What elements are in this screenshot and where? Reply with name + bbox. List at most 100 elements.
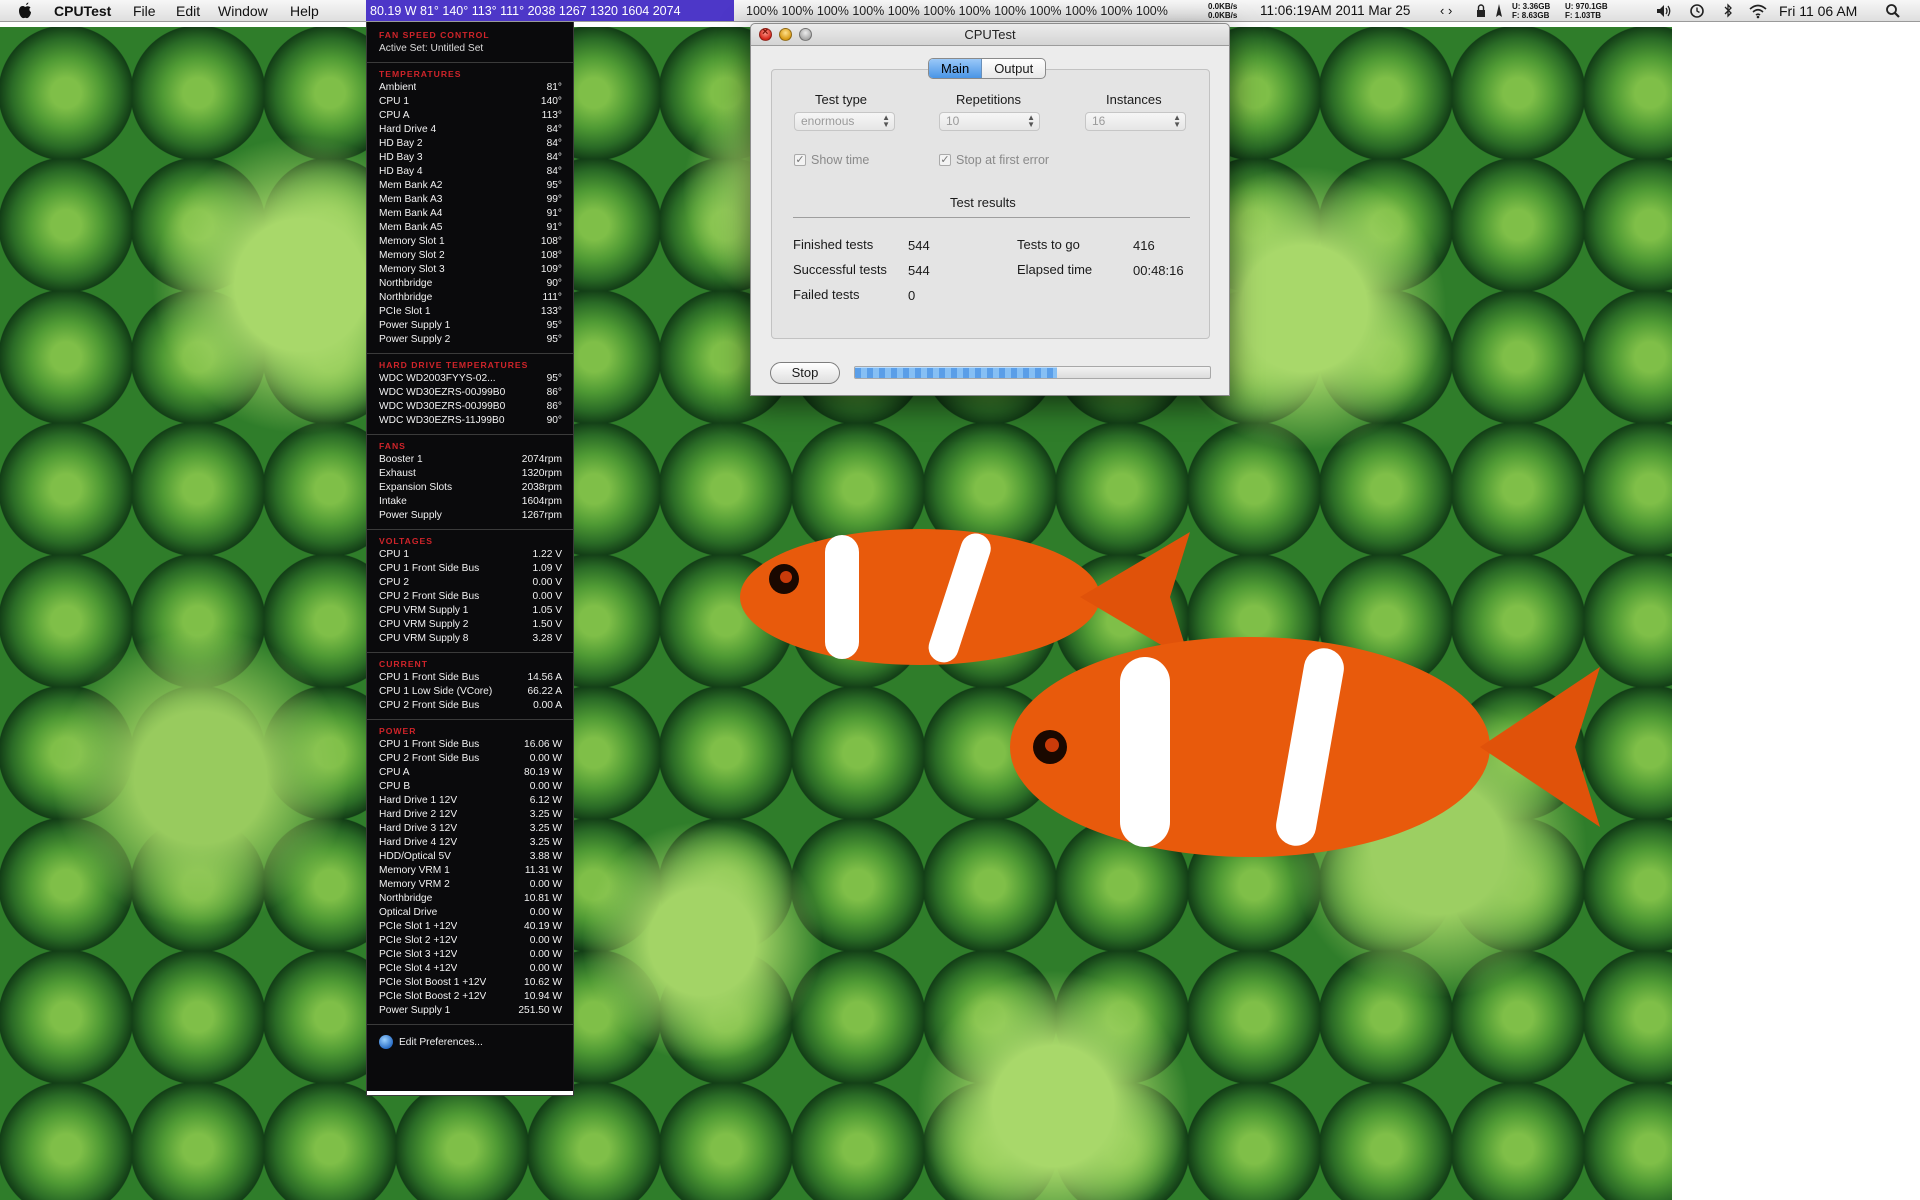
sensor-row[interactable]: PCIe Slot 3 +12V 0.00 W [367, 948, 573, 962]
repetitions-popup[interactable]: 10 ▲ ▼ [939, 112, 1040, 131]
network-stats-menu[interactable]: 0.0KB/s 0.0KB/s [1208, 2, 1237, 20]
sensor-row[interactable]: PCIe Slot Boost 1 +12V 10.62 W [367, 976, 573, 990]
sensor-row[interactable]: Hard Drive 2 12V 3.25 W [367, 808, 573, 822]
lock-icon[interactable] [1472, 0, 1490, 21]
sensor-value: 95° [546, 373, 562, 384]
sensor-row[interactable]: Power Supply 1 95° [367, 319, 573, 333]
date-clock-menu[interactable]: 11:06:19AM 2011 Mar 25 [1260, 0, 1410, 21]
menu-file[interactable]: File [133, 0, 156, 21]
app-menu-cputest[interactable]: CPUTest [54, 0, 111, 21]
sensor-row[interactable]: Exhaust 1320rpm [367, 467, 573, 481]
menubar-clock[interactable]: Fri 11 06 AM [1779, 0, 1857, 21]
wifi-icon[interactable] [1747, 0, 1769, 21]
spotlight-icon[interactable] [1884, 0, 1902, 21]
stop-button[interactable]: Stop [770, 362, 840, 384]
volume-icon[interactable] [1655, 0, 1673, 21]
sensor-row[interactable]: CPU VRM Supply 8 3.28 V [367, 632, 573, 646]
menu-edit[interactable]: Edit [176, 0, 200, 21]
edit-preferences-item[interactable]: Edit Preferences... [367, 1029, 573, 1055]
zoom-icon[interactable] [799, 28, 812, 41]
sensor-row[interactable]: Power Supply 1267rpm [367, 509, 573, 523]
sensor-name: CPU B [379, 781, 411, 792]
sensor-row[interactable]: Memory VRM 1 11.31 W [367, 864, 573, 878]
time-machine-icon[interactable] [1688, 0, 1706, 21]
sensor-row[interactable]: WDC WD30EZRS-00J99B0 86° [367, 386, 573, 400]
instances-popup[interactable]: 16 ▲ ▼ [1085, 112, 1186, 131]
sensor-row[interactable]: Hard Drive 3 12V 3.25 W [367, 822, 573, 836]
sensor-row[interactable]: Power Supply 2 95° [367, 333, 573, 347]
sensor-row[interactable]: CPU 1 140° [367, 95, 573, 109]
sensor-row[interactable]: WDC WD30EZRS-00J99B0 86° [367, 400, 573, 414]
sensor-row[interactable]: CPU 1 1.22 V [367, 548, 573, 562]
sensor-row[interactable]: Northbridge 90° [367, 277, 573, 291]
sensor-row[interactable]: Mem Bank A2 95° [367, 179, 573, 193]
sensor-row[interactable]: Hard Drive 4 12V 3.25 W [367, 836, 573, 850]
sensor-row[interactable]: WDC WD30EZRS-11J99B0 90° [367, 414, 573, 428]
disk-usage-2-menu[interactable]: U: 970.1GB F: 1.03TB [1565, 2, 1608, 20]
sensor-row[interactable]: HD Bay 3 84° [367, 151, 573, 165]
bluetooth-icon[interactable] [1719, 0, 1737, 21]
tab-output[interactable]: Output [982, 59, 1045, 78]
sensor-row[interactable]: CPU 1 Low Side (VCore) 66.22 A [367, 685, 573, 699]
sensor-row[interactable]: Memory VRM 2 0.00 W [367, 878, 573, 892]
sensor-row[interactable]: Ambient 81° [367, 81, 573, 95]
sensor-row[interactable]: CPU 1 Front Side Bus 14.56 A [367, 671, 573, 685]
minimize-icon[interactable] [779, 28, 792, 41]
sensor-row[interactable]: CPU 2 Front Side Bus 0.00 V [367, 590, 573, 604]
pen-icon[interactable] [1490, 0, 1508, 21]
sensor-readout-menu[interactable]: 80.19 W 81° 140° 113° 111° 2038 1267 132… [366, 0, 734, 21]
sensor-row[interactable]: Memory Slot 3 109° [367, 263, 573, 277]
sensor-row[interactable]: CPU 2 Front Side Bus 0.00 A [367, 699, 573, 713]
sensor-row[interactable]: CPU 1 Front Side Bus 16.06 W [367, 738, 573, 752]
window-titlebar[interactable]: CPUTest [751, 24, 1229, 46]
sensor-row[interactable]: Northbridge 111° [367, 291, 573, 305]
finished-tests-value: 544 [908, 238, 930, 253]
sensor-name: Exhaust [379, 468, 416, 479]
clock-arrows[interactable]: ‹ › [1440, 0, 1452, 21]
close-icon[interactable] [759, 26, 772, 41]
sensor-row[interactable]: PCIe Slot 1 133° [367, 305, 573, 319]
apple-icon[interactable] [18, 0, 32, 21]
active-set-label[interactable]: Active Set: Untitled Set [367, 42, 573, 56]
sensor-row[interactable]: CPU VRM Supply 2 1.50 V [367, 618, 573, 632]
sensor-row[interactable]: Booster 1 2074rpm [367, 453, 573, 467]
sensor-row[interactable]: Power Supply 1 251.50 W [367, 1004, 573, 1018]
sensor-row[interactable]: Hard Drive 1 12V 6.12 W [367, 794, 573, 808]
sensor-row[interactable]: Mem Bank A3 99° [367, 193, 573, 207]
sensor-row[interactable]: Memory Slot 2 108° [367, 249, 573, 263]
sensor-row[interactable]: HDD/Optical 5V 3.88 W [367, 850, 573, 864]
show-time-checkbox[interactable]: ✓ Show time [794, 153, 869, 167]
sensor-row[interactable]: Hard Drive 4 84° [367, 123, 573, 137]
sensor-row[interactable]: Expansion Slots 2038rpm [367, 481, 573, 495]
stop-at-first-error-checkbox[interactable]: ✓ Stop at first error [939, 153, 1049, 167]
cpu-usage-menu[interactable]: 100% 100% 100% 100% 100% 100% 100% 100% … [746, 0, 1168, 21]
sensor-row[interactable]: PCIe Slot Boost 2 +12V 10.94 W [367, 990, 573, 1004]
sensor-row[interactable]: HD Bay 2 84° [367, 137, 573, 151]
sensor-row[interactable]: PCIe Slot 1 +12V 40.19 W [367, 920, 573, 934]
sensor-row[interactable]: HD Bay 4 84° [367, 165, 573, 179]
sensor-row[interactable]: PCIe Slot 2 +12V 0.00 W [367, 934, 573, 948]
menu-window[interactable]: Window [218, 0, 268, 21]
sensor-row[interactable]: PCIe Slot 4 +12V 0.00 W [367, 962, 573, 976]
sensor-row[interactable]: CPU 2 0.00 V [367, 576, 573, 590]
sensor-row[interactable]: Memory Slot 1 108° [367, 235, 573, 249]
disk-usage-1-menu[interactable]: U: 3.36GB F: 8.63GB [1512, 2, 1550, 20]
sensor-row[interactable]: CPU 2 Front Side Bus 0.00 W [367, 752, 573, 766]
test-type-popup[interactable]: enormous ▲ ▼ [794, 112, 895, 131]
sensor-row[interactable]: CPU VRM Supply 1 1.05 V [367, 604, 573, 618]
menu-help[interactable]: Help [290, 0, 319, 21]
sensor-row[interactable]: Optical Drive 0.00 W [367, 906, 573, 920]
tab-main[interactable]: Main [929, 59, 983, 78]
sensor-row[interactable]: CPU B 0.00 W [367, 780, 573, 794]
sensor-row[interactable]: WDC WD2003FYYS-02... 95° [367, 372, 573, 386]
sensor-row[interactable]: CPU A 80.19 W [367, 766, 573, 780]
sensor-row[interactable]: Northbridge 10.81 W [367, 892, 573, 906]
sensor-row[interactable]: CPU 1 Front Side Bus 1.09 V [367, 562, 573, 576]
sensor-row[interactable]: Mem Bank A5 91° [367, 221, 573, 235]
sensor-row[interactable]: Mem Bank A4 91° [367, 207, 573, 221]
sensor-row[interactable]: Intake 1604rpm [367, 495, 573, 509]
sensor-row[interactable]: CPU A 113° [367, 109, 573, 123]
sensor-name: Memory Slot 3 [379, 264, 445, 275]
successful-tests-label: Successful tests [793, 262, 887, 277]
successful-tests-value: 544 [908, 263, 930, 278]
